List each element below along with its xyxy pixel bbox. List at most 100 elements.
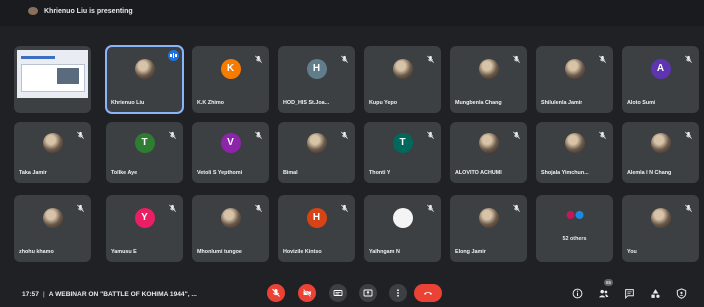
avatar-photo <box>392 58 413 79</box>
avatar-photo <box>650 207 671 228</box>
participant-name: Mhonlumi tungoe <box>197 249 242 255</box>
participant-name: Taka Jamir <box>19 170 47 176</box>
participant-tile[interactable]: Yalhngam N <box>364 195 441 262</box>
mic-off-icon <box>512 200 521 212</box>
present-button[interactable] <box>359 284 377 302</box>
avatar-photo <box>478 207 499 228</box>
participant-tile[interactable] <box>14 46 91 113</box>
participant-name: Mungbenla Chang <box>455 100 502 106</box>
mic-off-icon <box>340 51 349 63</box>
participant-name: Aloto Sumi <box>627 100 656 106</box>
mic-off-icon <box>512 51 521 63</box>
mic-off-icon <box>254 51 263 63</box>
mic-off-icon <box>512 127 521 139</box>
meeting-info: 17:57 | A WEBINAR ON "BATTLE OF KOHIMA 194… <box>22 291 197 298</box>
participant-name: Elong Jamir <box>455 249 486 255</box>
participant-tile[interactable]: Khrienuo Liu <box>105 45 184 114</box>
participant-tile[interactable]: Taka Jamir <box>14 122 91 183</box>
participant-name: zhohu khamo <box>19 249 54 255</box>
avatar-photo <box>42 132 63 153</box>
host-controls-button[interactable] <box>675 287 687 299</box>
participant-name: Kupu Yepo <box>369 100 398 106</box>
people-icon <box>598 288 609 299</box>
participant-name: You <box>627 249 637 255</box>
mic-off-icon <box>684 127 693 139</box>
participant-name: HOD_HIS St.Joa... <box>283 100 330 106</box>
end-call-button[interactable] <box>414 284 442 302</box>
camera-off-icon <box>302 288 312 298</box>
separator: | <box>42 291 45 298</box>
avatar-letter: Y <box>134 207 155 228</box>
participant-tile[interactable]: Shilulenla Jamir <box>536 46 613 113</box>
avatar-photo <box>564 58 585 79</box>
chat-button[interactable] <box>623 287 635 299</box>
participant-tile[interactable]: V Vetoli S Yepthomi <box>192 122 269 183</box>
participant-name: Thonti Y <box>369 170 391 176</box>
participant-tile[interactable]: 52 others <box>536 195 613 262</box>
info-button[interactable] <box>571 287 583 299</box>
participant-name: Shojala Yimchun... <box>541 170 589 176</box>
participant-tile[interactable]: Mungbenla Chang <box>450 46 527 113</box>
participant-tile[interactable]: T Thonti Y <box>364 122 441 183</box>
activities-icon <box>650 288 661 299</box>
people-button[interactable] <box>597 287 609 299</box>
participant-tile[interactable]: H Hovizile Kintso <box>278 195 355 262</box>
avatar-photo <box>134 58 155 79</box>
participant-tile[interactable]: Elong Jamir <box>450 195 527 262</box>
mic-off-icon <box>684 51 693 63</box>
participant-tile[interactable]: H HOD_HIS St.Joa... <box>278 46 355 113</box>
mic-off-icon <box>254 127 263 139</box>
host-controls-icon <box>676 287 687 299</box>
participant-name: ALOVITO ACHUMI <box>455 170 502 176</box>
avatar-photo <box>650 132 671 153</box>
mic-off-icon <box>340 200 349 212</box>
bottom-bar: 17:57 | A WEBINAR ON "BATTLE OF KOHIMA 194… <box>0 275 704 307</box>
participant-tile[interactable]: A Aloto Sumi <box>622 46 699 113</box>
captions-icon <box>333 288 343 298</box>
mic-off-icon <box>426 200 435 212</box>
info-icon <box>572 288 583 299</box>
avatar-letter: T <box>134 132 155 153</box>
mic-off-icon <box>426 127 435 139</box>
avatar-letter: H <box>306 58 327 79</box>
top-bar: Khrienuo Liu is presenting <box>0 0 704 26</box>
participant-name: Bimal <box>283 170 298 176</box>
participant-name: Khrienuo Liu <box>111 100 145 106</box>
participants-count-badge: 85 <box>604 279 613 286</box>
avatar-photo <box>392 207 413 228</box>
avatar-letter: H <box>306 207 327 228</box>
mic-off-button[interactable] <box>267 284 285 302</box>
participant-tile[interactable]: Shojala Yimchun... <box>536 122 613 183</box>
participant-tile[interactable]: Bimal <box>278 122 355 183</box>
participant-tile[interactable]: Y Yamusu E <box>106 195 183 262</box>
mic-off-icon <box>76 200 85 212</box>
participant-tile[interactable]: K K.K Zhimo <box>192 46 269 113</box>
mic-off-icon <box>254 200 263 212</box>
captions-button[interactable] <box>329 284 347 302</box>
participant-tile[interactable]: Mhonlumi tungoe <box>192 195 269 262</box>
participant-name: Alemla I N Chang <box>627 170 672 176</box>
camera-off-button[interactable] <box>298 284 316 302</box>
participant-tile[interactable]: Alemla I N Chang <box>622 122 699 183</box>
mic-off-icon <box>340 127 349 139</box>
more-vert-icon <box>393 288 403 298</box>
present-icon <box>363 288 373 298</box>
meeting-title[interactable]: A WEBINAR ON "BATTLE OF KOHIMA 1944", ..… <box>49 291 197 298</box>
participant-name: Tollke Aye <box>111 170 138 176</box>
participant-name: Yalhngam N <box>369 249 400 255</box>
mic-off-icon <box>271 288 281 298</box>
participant-name: Hovizile Kintso <box>283 249 322 255</box>
participant-name: Yamusu E <box>111 249 137 255</box>
others-avatars <box>566 211 583 220</box>
avatar-photo <box>564 132 585 153</box>
participant-tile[interactable]: zhohu khamo <box>14 195 91 262</box>
activities-button[interactable] <box>649 287 661 299</box>
more-options-button[interactable] <box>389 284 407 302</box>
avatar-photo <box>220 207 241 228</box>
participant-tile[interactable]: Kupu Yepo <box>364 46 441 113</box>
participant-name: K.K Zhimo <box>197 100 224 106</box>
participant-tile[interactable]: ALOVITO ACHUMI <box>450 122 527 183</box>
mic-off-icon <box>598 127 607 139</box>
participant-tile[interactable]: T Tollke Aye <box>106 122 183 183</box>
participant-tile[interactable]: You <box>622 195 699 262</box>
